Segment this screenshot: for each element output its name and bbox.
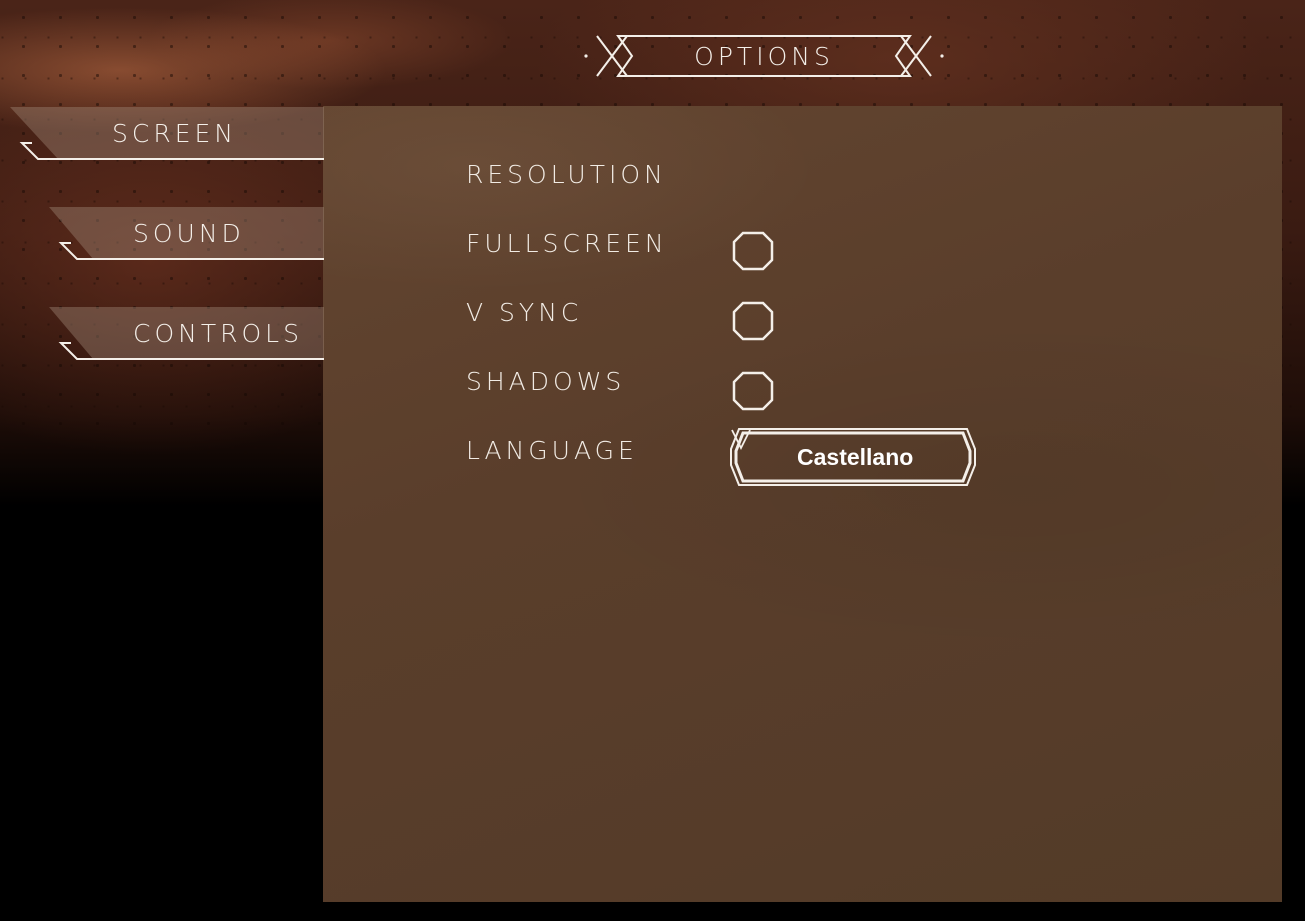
tab-controls[interactable]: Controls xyxy=(49,307,324,367)
chevron-down-icon xyxy=(731,429,751,451)
options-title-banner: Options xyxy=(583,33,945,79)
tab-screen[interactable]: Screen xyxy=(10,107,324,167)
octagon-toggle-icon xyxy=(732,371,774,411)
shadows-label: Shadows xyxy=(466,367,626,396)
octagon-toggle-icon xyxy=(732,231,774,271)
language-label: Language xyxy=(466,436,638,465)
shadows-toggle[interactable] xyxy=(732,371,774,411)
tab-sound-label: Sound xyxy=(133,219,245,248)
octagon-toggle-icon xyxy=(732,301,774,341)
resolution-label: Resolution xyxy=(466,160,667,189)
options-panel xyxy=(323,106,1282,902)
fullscreen-toggle[interactable] xyxy=(732,231,774,271)
vsync-label: V Sync xyxy=(466,298,583,327)
tab-controls-label: Controls xyxy=(133,319,303,348)
tab-screen-label: Screen xyxy=(112,119,237,148)
page-title: Options xyxy=(694,42,834,71)
options-screen: Options Screen Sound Controls Resolution… xyxy=(0,0,1305,921)
panel-sheen xyxy=(323,106,1282,902)
language-selected-value: Castellano xyxy=(797,444,914,470)
fullscreen-label: Fullscreen xyxy=(466,229,668,258)
tab-sound[interactable]: Sound xyxy=(49,207,324,267)
vsync-toggle[interactable] xyxy=(732,301,774,341)
language-dropdown[interactable]: Castellano xyxy=(730,427,976,487)
